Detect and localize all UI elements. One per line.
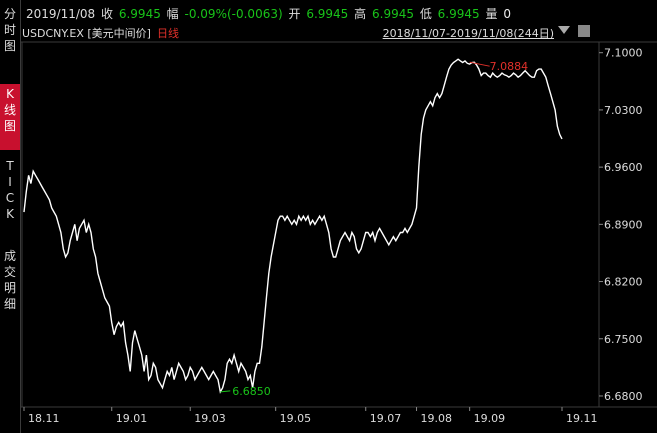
max-annotation-label: 7.0884 — [490, 60, 529, 73]
x-tick-label: 19.07 — [370, 412, 402, 425]
y-tick-label: 6.8200 — [604, 276, 643, 289]
y-tick-label: 6.6800 — [604, 390, 643, 403]
kline-chart: 7.1000 7.0300 6.9600 6.8900 6.8200 6.7500 6.68… — [20, 41, 657, 425]
y-tick-label: 6.8900 — [604, 218, 643, 231]
y-tick-label: 6.9600 — [604, 161, 643, 174]
min-annotation-label: 6.6850 — [232, 385, 271, 398]
y-tick-label: 7.1000 — [604, 47, 643, 60]
x-tick-label: 19.11 — [566, 412, 598, 425]
x-tick-label: 18.11 — [28, 412, 60, 425]
x-tick-label: 19.08 — [421, 412, 453, 425]
x-tick-label: 19.03 — [194, 412, 226, 425]
price-line — [23, 58, 563, 394]
x-tick-label: 19.01 — [116, 412, 148, 425]
max-annotation-leader — [469, 61, 490, 67]
min-annotation-leader — [220, 390, 231, 393]
x-tick-label: 19.09 — [474, 412, 506, 425]
x-tick-label: 19.05 — [280, 412, 312, 425]
y-tick-label: 7.0300 — [604, 104, 643, 117]
y-tick-label: 6.7500 — [604, 333, 643, 346]
